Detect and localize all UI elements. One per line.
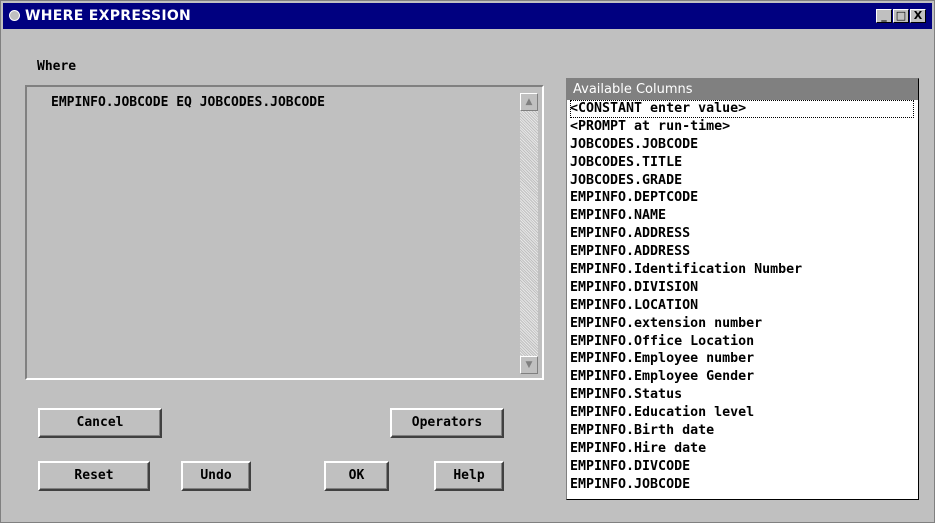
title-bar[interactable]: WHERE EXPRESSION _ □ X	[3, 3, 932, 29]
where-expression-field[interactable]: EMPINFO.JOBCODE EQ JOBCODES.JOBCODE ▲ ▼	[25, 85, 544, 380]
list-item[interactable]: EMPINFO.Hire date	[570, 440, 918, 458]
list-item[interactable]: JOBCODES.GRADE	[570, 172, 918, 190]
list-item[interactable]: EMPINFO.DEPTCODE	[570, 189, 918, 207]
reset-button[interactable]: Reset	[38, 461, 150, 491]
list-item[interactable]: EMPINFO.Birth date	[570, 422, 918, 440]
list-item[interactable]: EMPINFO.LOCATION	[570, 297, 918, 315]
where-expression-text: EMPINFO.JOBCODE EQ JOBCODES.JOBCODE	[51, 95, 325, 110]
scroll-up-arrow-icon[interactable]: ▲	[520, 93, 538, 111]
list-item[interactable]: EMPINFO.Status	[570, 386, 918, 404]
list-item[interactable]: JOBCODES.JOBCODE	[570, 136, 918, 154]
cancel-button[interactable]: Cancel	[38, 408, 162, 438]
list-item[interactable]: EMPINFO.NAME	[570, 207, 918, 225]
where-scrollbar[interactable]: ▲ ▼	[520, 93, 538, 374]
list-item[interactable]: EMPINFO.JOBCODE	[570, 476, 918, 494]
list-item[interactable]: EMPINFO.ADDRESS	[570, 243, 918, 261]
undo-button[interactable]: Undo	[181, 461, 251, 491]
where-label: Where	[37, 59, 77, 74]
list-item[interactable]: EMPINFO.Identification Number	[570, 261, 918, 279]
maximize-button[interactable]: □	[893, 9, 909, 23]
ok-button[interactable]: OK	[324, 461, 389, 491]
available-columns-list[interactable]: Available Columns <CONSTANT enter value>…	[566, 78, 919, 500]
available-columns-items: <CONSTANT enter value> <PROMPT at run-ti…	[567, 100, 918, 494]
list-item[interactable]: EMPINFO.Office Location	[570, 333, 918, 351]
window-title: WHERE EXPRESSION	[25, 8, 192, 24]
minimize-button[interactable]: _	[876, 9, 892, 23]
list-item[interactable]: EMPINFO.extension number	[570, 315, 918, 333]
list-item[interactable]: JOBCODES.TITLE	[570, 154, 918, 172]
list-item[interactable]: EMPINFO.ADDRESS	[570, 225, 918, 243]
list-item[interactable]: <CONSTANT enter value>	[570, 100, 914, 118]
close-button[interactable]: X	[910, 9, 926, 23]
available-columns-header: Available Columns	[567, 79, 918, 100]
where-expression-dialog: WHERE EXPRESSION _ □ X Where EMPINFO.JOB…	[0, 0, 935, 523]
list-item[interactable]: EMPINFO.Employee number	[570, 350, 918, 368]
help-button[interactable]: Help	[434, 461, 504, 491]
list-item[interactable]: EMPINFO.Education level	[570, 404, 918, 422]
list-item[interactable]: EMPINFO.Employee Gender	[570, 368, 918, 386]
list-item[interactable]: <PROMPT at run-time>	[570, 118, 918, 136]
list-item[interactable]: EMPINFO.DIVCODE	[570, 458, 918, 476]
window-menu-icon[interactable]	[9, 10, 20, 21]
operators-button[interactable]: Operators	[390, 408, 504, 438]
scroll-down-arrow-icon[interactable]: ▼	[520, 356, 538, 374]
list-item[interactable]: EMPINFO.DIVISION	[570, 279, 918, 297]
